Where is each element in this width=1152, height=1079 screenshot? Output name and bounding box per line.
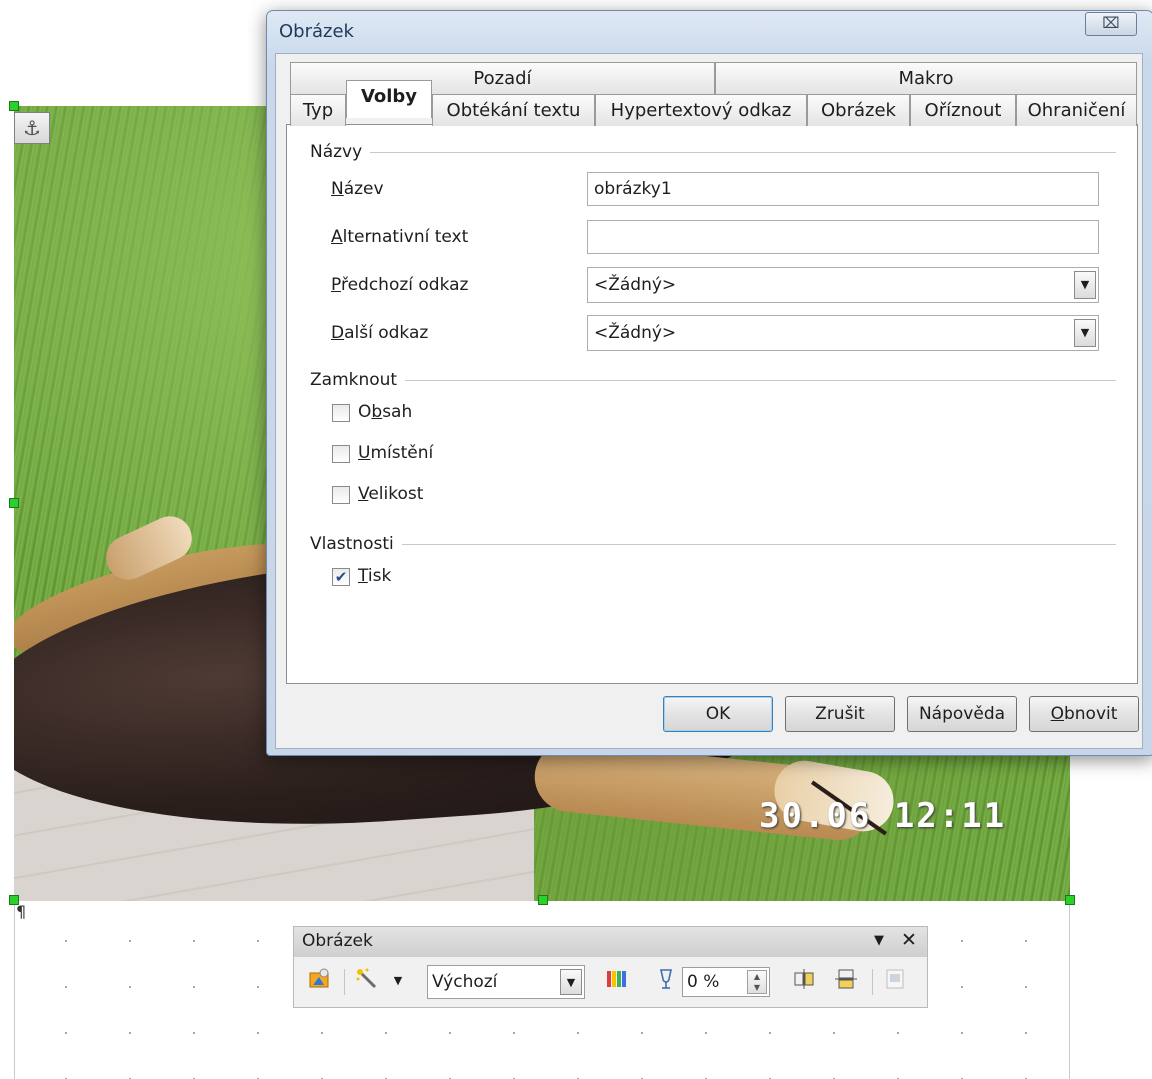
name-label-text: ázev	[343, 179, 384, 199]
prev-link-label: Předchozí odkaz	[331, 275, 468, 295]
flip-horizontal-icon[interactable]	[832, 967, 860, 995]
name-input[interactable]: obrázky1	[587, 172, 1099, 206]
lock-position-accel: U	[358, 443, 371, 463]
chevron-down-icon[interactable]: ▼	[1074, 319, 1096, 347]
lock-position-checkbox[interactable]	[332, 445, 350, 463]
ok-button[interactable]: OK	[663, 696, 773, 732]
lock-content-text: O	[358, 402, 372, 422]
group-label-nazvy: Názvy	[310, 142, 371, 162]
name-label-accel: N	[331, 179, 344, 199]
tab-panel-volby	[286, 124, 1138, 684]
next-link-select[interactable]: <Žádný> ▼	[587, 315, 1099, 351]
prev-link-label-accel: P	[331, 275, 341, 295]
prev-link-label-text: ředchozí odkaz	[340, 275, 469, 295]
next-link-label: Další odkaz	[331, 323, 428, 343]
group-divider	[310, 152, 1116, 153]
alt-text-input[interactable]	[587, 220, 1099, 254]
photo-timestamp: 30.06 12:11	[759, 796, 1007, 836]
alt-text-label-text: lternativní text	[342, 227, 469, 247]
lock-content-text: sah	[382, 402, 413, 422]
selection-handle-bottom-right[interactable]	[1065, 895, 1075, 905]
transparency-input[interactable]: 0 % ▲ ▼	[682, 967, 770, 997]
reset-text: bnovit	[1063, 704, 1118, 724]
lock-size-checkbox[interactable]	[332, 486, 350, 504]
checkmark-icon: ✔	[334, 568, 348, 586]
tab-hypertextovy-odkaz[interactable]: Hypertextový odkaz	[595, 94, 807, 126]
lock-position-text: místění	[370, 443, 434, 463]
page-margin-right	[1069, 900, 1070, 1079]
tab-ohraniceni[interactable]: Ohraničení	[1016, 94, 1137, 126]
toolbar-titlebar[interactable]: Obrázek ▼ ✕	[294, 927, 927, 957]
cancel-button[interactable]: Zrušit	[785, 696, 895, 732]
paragraph-mark: ¶	[16, 902, 27, 921]
tab-obtekani-textu[interactable]: Obtékání textu	[432, 94, 595, 126]
filter-wand-icon[interactable]	[354, 967, 382, 995]
next-link-label-text: alší odkaz	[344, 323, 429, 343]
selection-handle-bottom[interactable]	[538, 895, 548, 905]
tab-typ[interactable]: Typ	[290, 94, 346, 126]
toolbar-separator	[872, 969, 873, 995]
print-label[interactable]: Tisk	[358, 566, 391, 586]
lock-size-accel: V	[358, 484, 369, 504]
dialog-close-button[interactable]: ⌧	[1085, 12, 1137, 36]
group-label-vlastnosti: Vlastnosti	[310, 534, 402, 554]
chevron-down-icon[interactable]: ▼	[390, 967, 406, 995]
image-graphic-icon[interactable]	[306, 967, 334, 995]
print-checkbox[interactable]: ✔	[332, 568, 350, 586]
lock-content-checkbox[interactable]	[332, 404, 350, 422]
lock-content-accel: b	[371, 402, 383, 422]
lock-size-text: elikost	[368, 484, 424, 504]
next-link-value: <Žádný>	[594, 323, 677, 343]
print-text: isk	[367, 566, 392, 586]
reset-accel: O	[1050, 704, 1064, 724]
image-toolbar: Obrázek ▼ ✕ ▼ Výchozí ▼ 0 % ▲ ▼	[293, 926, 928, 1008]
next-link-label-accel: D	[331, 323, 345, 343]
toolbar-close-icon[interactable]: ✕	[901, 929, 917, 951]
transparency-icon	[652, 967, 680, 995]
selection-handle-top-left[interactable]	[9, 101, 19, 111]
image-properties-icon[interactable]	[882, 967, 910, 995]
print-accel: T	[358, 566, 368, 586]
chevron-down-icon[interactable]: ▼	[560, 969, 582, 995]
toolbar-separator	[344, 969, 345, 995]
tab-oriznout[interactable]: Oříznout	[910, 94, 1016, 126]
dialog-title: Obrázek	[279, 21, 354, 42]
lock-position-label[interactable]: Umístění	[358, 443, 433, 463]
toolbar-title: Obrázek	[302, 931, 373, 951]
transparency-value: 0 %	[687, 972, 720, 992]
graphics-mode-select[interactable]: Výchozí ▼	[427, 965, 585, 999]
chevron-down-icon[interactable]: ▼	[1074, 271, 1096, 299]
anchor-icon[interactable]: ⚓	[14, 112, 50, 144]
group-label-zamknout: Zamknout	[310, 370, 406, 390]
reset-button[interactable]: Obnovit	[1029, 696, 1139, 732]
selection-handle-left[interactable]	[9, 498, 19, 508]
toolbar-menu-icon[interactable]: ▼	[874, 933, 884, 948]
group-divider	[310, 544, 1116, 545]
lock-size-label[interactable]: Velikost	[358, 484, 423, 504]
tab-volby[interactable]: Volby	[346, 80, 432, 118]
prev-link-select[interactable]: <Žádný> ▼	[587, 267, 1099, 303]
tab-makro[interactable]: Makro	[715, 62, 1137, 94]
help-button[interactable]: Nápověda	[907, 696, 1017, 732]
spin-updown-icon[interactable]: ▲ ▼	[747, 970, 767, 994]
name-label: Název	[331, 179, 384, 199]
group-divider	[310, 380, 1116, 381]
tab-obrazek[interactable]: Obrázek	[807, 94, 910, 126]
prev-link-value: <Žádný>	[594, 275, 677, 295]
alt-text-label-accel: A	[331, 227, 343, 247]
page-margin-left	[14, 900, 15, 1079]
lock-content-label[interactable]: Obsah	[358, 402, 412, 422]
flip-vertical-icon[interactable]	[790, 967, 818, 995]
color-bars-icon[interactable]	[602, 967, 630, 995]
graphics-mode-value: Výchozí	[432, 972, 498, 992]
alt-text-label: Alternativní text	[331, 227, 468, 247]
